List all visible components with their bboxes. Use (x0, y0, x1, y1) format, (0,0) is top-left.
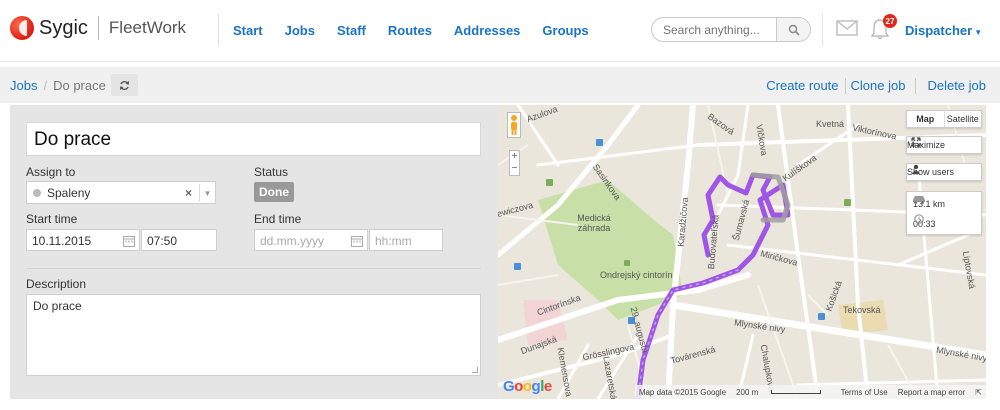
breadcrumb-current: Do prace (53, 78, 106, 93)
search-button[interactable] (776, 18, 810, 41)
end-time-label: End time (254, 212, 302, 226)
assign-label: Assign to (26, 165, 76, 179)
breadcrumb-jobs-link[interactable]: Jobs (10, 78, 37, 93)
action-divider (844, 78, 846, 94)
end-date-field[interactable]: dd.mm.yyyy (254, 229, 368, 251)
map-label: Kvetná (816, 119, 845, 129)
zoom-in-button[interactable]: + (512, 152, 518, 162)
distance-row: 13.1 km (907, 194, 983, 214)
delete-job-link[interactable]: Delete job (927, 78, 986, 94)
car-icon (913, 196, 925, 204)
nav-divider (218, 14, 219, 46)
job-actions: Create route Clone job Delete job (766, 78, 986, 94)
start-date-value: 10.11.2015 (32, 234, 92, 248)
fullscreen-corner-icon[interactable]: ⇱ (975, 388, 982, 397)
search-icon (788, 24, 800, 36)
nav-item-jobs[interactable]: Jobs (285, 23, 315, 38)
assignee-value: Spaleny (47, 186, 91, 200)
nav-item-staff[interactable]: Staff (337, 23, 366, 38)
nav-item-routes[interactable]: Routes (388, 23, 432, 38)
search-box (651, 17, 811, 42)
action-divider (915, 78, 917, 94)
logo-divider (97, 16, 99, 40)
start-time-field[interactable]: 07:50 (141, 229, 217, 251)
app-logo[interactable]: Sygic FleetWork (10, 16, 186, 40)
user-role: Dispatcher (905, 23, 973, 38)
route-stats-box: 13.1 km 00:33 (906, 191, 982, 235)
start-time-label: Start time (26, 212, 78, 226)
messages-button[interactable] (836, 20, 858, 39)
calendar-icon[interactable] (123, 235, 135, 247)
nav-item-addresses[interactable]: Addresses (454, 23, 520, 38)
nav-item-groups[interactable]: Groups (542, 23, 588, 38)
mail-icon (836, 20, 858, 36)
description-label: Description (26, 277, 87, 291)
map-scale: 200 m (736, 388, 830, 397)
report-map-error-link[interactable]: Report a map error (898, 388, 966, 397)
refresh-icon (120, 80, 129, 90)
page-toolbar: Jobs / Do prace Create route Clone job Del… (0, 67, 1000, 103)
status-label: Status (254, 165, 289, 179)
chevron-down-icon[interactable]: ▼ (199, 184, 215, 202)
google-logo: Google (503, 378, 552, 395)
description-value: Do prace (33, 299, 82, 313)
clock-icon (914, 214, 924, 224)
map-label: Ondrejský cintorín (600, 270, 673, 280)
create-route-link[interactable]: Create route (766, 78, 838, 94)
expand-icon (911, 137, 921, 147)
calendar-icon[interactable] (351, 235, 363, 247)
map-attribution: Map data ©2015 Google (638, 387, 727, 397)
resize-handle-icon[interactable] (472, 367, 478, 373)
zoom-control: + − (509, 150, 520, 176)
form-divider (26, 268, 481, 269)
start-date-field[interactable]: 10.11.2015 (26, 229, 140, 251)
job-form: Do prace Assign to Spaleny × ▼ Status Do… (10, 105, 498, 399)
status-badge: Done (254, 182, 294, 202)
description-textarea[interactable]: Do prace (26, 294, 481, 376)
chevron-down-icon: ▼ (974, 28, 983, 37)
map-type-toggle: Map Satellite (906, 110, 982, 128)
status-dot-icon (33, 189, 41, 197)
search-input[interactable] (663, 23, 773, 37)
map-type-satellite-button[interactable]: Satellite (945, 111, 982, 127)
header-divider (822, 14, 823, 46)
map-type-map-button[interactable]: Map (907, 111, 945, 127)
show-users-button[interactable]: Show users (906, 163, 982, 181)
brand-name: Sygic (39, 16, 88, 39)
refresh-button[interactable] (111, 74, 138, 96)
product-name: FleetWork (108, 18, 187, 37)
breadcrumb-separator: / (43, 78, 48, 93)
maximize-button[interactable]: Maximize (906, 136, 982, 154)
breadcrumb: Jobs / Do prace (10, 78, 106, 93)
clone-job-link[interactable]: Clone job (851, 78, 906, 94)
end-time-field[interactable]: hh:mm (369, 229, 443, 251)
duration-row: 00:33 (907, 214, 983, 234)
map-label: Tekovská (843, 305, 881, 315)
end-date-placeholder: dd.mm.yyyy (260, 234, 325, 248)
notification-count-badge: 27 (883, 14, 897, 28)
main-nav: Start Jobs Staff Routes Addresses Groups (233, 23, 611, 38)
clear-icon[interactable]: × (185, 186, 192, 200)
assignee-select[interactable]: Spaleny × ▼ (26, 181, 216, 204)
zoom-out-button[interactable]: − (512, 164, 518, 174)
map-label: Medická záhrada (577, 213, 611, 233)
sygic-logo-icon (10, 16, 34, 40)
top-header: Sygic FleetWork Start Jobs Staff Routes … (0, 0, 1000, 62)
nav-item-start[interactable]: Start (233, 23, 263, 38)
street-view-pegman-icon[interactable] (507, 112, 521, 138)
user-icon (912, 164, 920, 174)
route-map[interactable]: Azulova Bazová Kvetná Viktorínova Vlčkov… (498, 105, 986, 399)
user-menu[interactable]: Dispatcher ▼ (905, 23, 982, 38)
job-title-input[interactable]: Do prace (26, 122, 481, 156)
terms-link[interactable]: Terms of Use (841, 388, 888, 397)
map-attribution-bar: Map data ©2015 Google 200 m Terms of Use… (634, 385, 986, 399)
